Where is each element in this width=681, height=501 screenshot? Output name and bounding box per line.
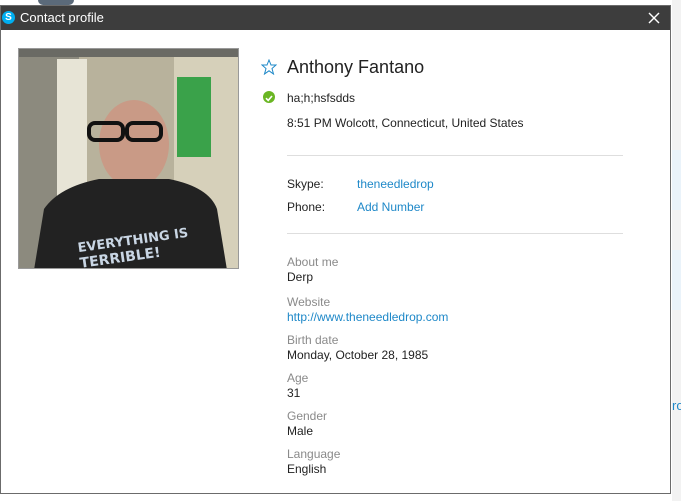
add-number-link[interactable]: Add Number — [357, 200, 424, 214]
language-label: Language — [287, 447, 341, 461]
local-time-location: 8:51 PM Wolcott, Connecticut, United Sta… — [287, 116, 524, 130]
website-link[interactable]: http://www.theneedledrop.com — [287, 310, 448, 324]
profile-photo: EVERYTHING IS TERRIBLE! — [18, 48, 239, 269]
online-status-icon — [263, 91, 275, 103]
background-panel — [672, 150, 681, 210]
background-panel — [672, 250, 681, 310]
language-value: English — [287, 462, 327, 476]
age-label: Age — [287, 371, 309, 385]
gender-label: Gender — [287, 409, 328, 423]
birth-date-label: Birth date — [287, 333, 339, 347]
divider — [287, 155, 623, 156]
birth-date-value: Monday, October 28, 1985 — [287, 348, 429, 362]
mood-message: ha;h;hsfsdds — [287, 91, 356, 105]
skype-name-link[interactable]: theneedledrop — [357, 177, 434, 191]
background-link[interactable]: ro — [672, 398, 681, 413]
favorite-star-icon[interactable] — [260, 58, 278, 80]
website-label: Website — [287, 295, 331, 309]
about-me-value: Derp — [287, 270, 314, 284]
close-button[interactable] — [644, 8, 664, 28]
contact-name: Anthony Fantano — [287, 57, 425, 77]
age-value: 31 — [287, 386, 301, 400]
window-title: Contact profile — [20, 10, 104, 25]
skype-logo-icon: S — [2, 11, 15, 24]
phone-label: Phone: — [287, 200, 326, 214]
divider — [287, 233, 623, 234]
close-icon — [648, 12, 660, 24]
title-bar: S Contact profile — [1, 6, 670, 30]
about-me-label: About me — [287, 255, 339, 269]
gender-value: Male — [287, 424, 314, 438]
skype-label: Skype: — [287, 177, 324, 191]
